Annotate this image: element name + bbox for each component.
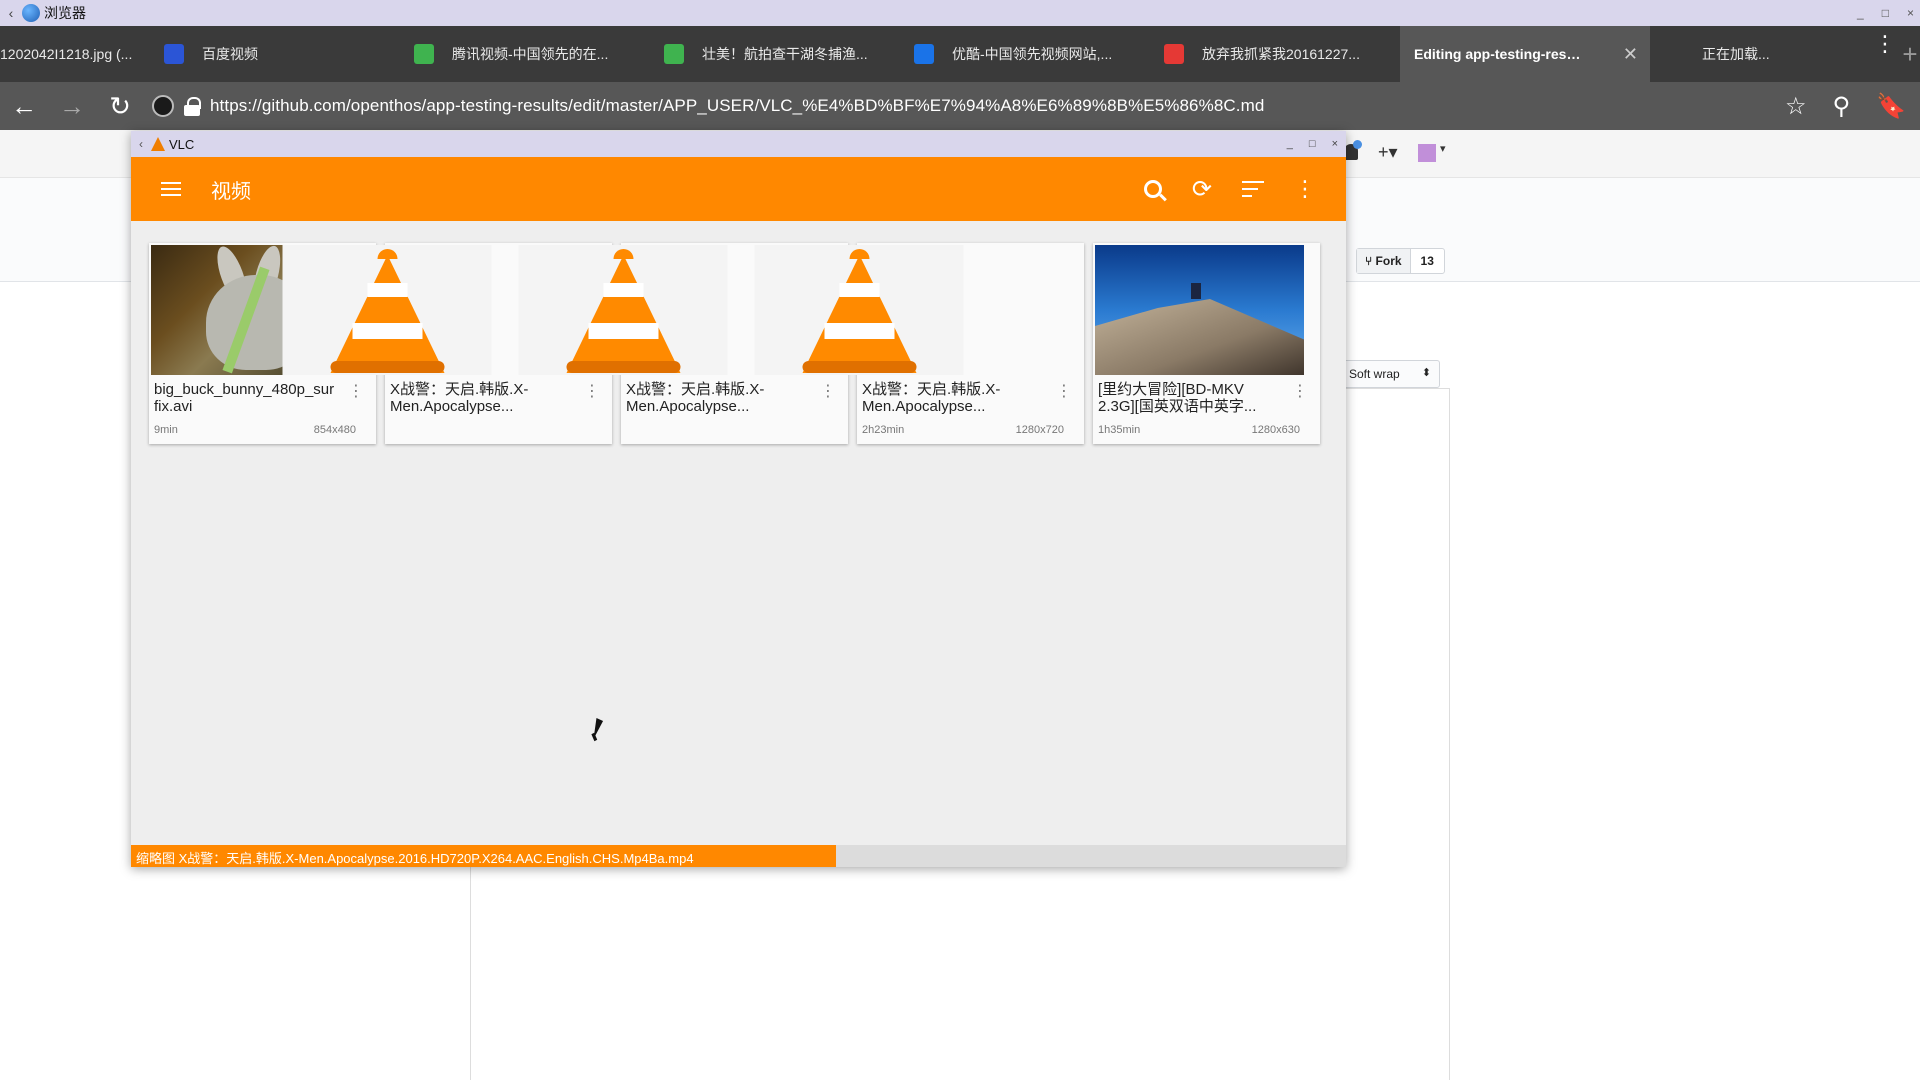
new-tab-button[interactable]: + [1900,26,1920,82]
more-options-icon[interactable]: ⋮ [1292,384,1308,400]
loading-icon [1664,44,1684,64]
video-duration: 1h35min [1098,424,1141,436]
video-card[interactable]: [里约大冒险][BD-MKV 2.3G][国英双语中英字... ⋮ 1h35min 1… [1093,243,1320,444]
tab-label: Editing app-testing-resul... [1414,46,1584,62]
video-title: X战警：天启.韩版.X-Men.Apocalypse... [390,381,529,415]
tab-label: 腾讯视频-中国领先的在... [452,46,609,62]
refresh-icon[interactable]: ⟳ [1192,175,1212,204]
os-window-title: 浏览器 [44,5,86,21]
bookmark-icon[interactable]: 🔖 [1876,92,1906,121]
chevron-down-icon[interactable]: ▾ [1440,142,1446,155]
browser-tab[interactable]: 放弃我抓紧我20161227... [1150,26,1400,82]
close-icon[interactable]: × [1332,138,1338,150]
page-title: 视频 [211,180,251,203]
tencent-video-icon [414,44,434,64]
browser-tab[interactable]: Editing app-testing-resul... ✕ [1400,26,1650,82]
video-title: big_buck_bunny_480p_surround-fix.avi [154,381,334,415]
browser-globe-icon [22,4,40,22]
avatar[interactable] [1418,144,1436,162]
baidu-paw-icon [164,44,184,64]
browser-tab[interactable]: 腾讯视频-中国领先的在... [400,26,650,82]
os-back-icon[interactable]: ‹ [0,5,22,21]
browser-tab[interactable]: 优酷-中国领先视频网站,... [900,26,1150,82]
vlc-window: ‹ VLC _ □ × 视频 ⟳ ⋮ big_buck_bunny_480p_s… [131,131,1346,867]
browser-tab[interactable]: 1202042I1218.jpg (... [0,26,150,82]
maximize-icon[interactable]: □ [1309,138,1316,150]
tab-label: 百度视频 [202,46,258,62]
fork-label[interactable]: ⑂ Fork [1357,249,1411,273]
vlc-cone-icon [802,249,916,373]
video-grid: big_buck_bunny_480p_surround-fix.avi ⋮ 9mi… [149,243,1320,444]
soft-wrap-label: Soft wrap [1349,367,1400,381]
fork-count[interactable]: 13 [1411,249,1444,273]
video-thumbnail[interactable] [1095,245,1304,375]
vlc-back-icon[interactable]: ‹ [131,137,151,151]
more-options-icon[interactable]: ⋮ [820,384,836,400]
vlc-window-title: VLC [169,136,195,152]
select-caret-icon: ⬍ [1421,367,1431,379]
url-field[interactable]: https://github.com/openthos/app-testing-… [210,96,1264,116]
star-icon[interactable]: ☆ [1785,92,1807,121]
vlc-cone-icon [151,137,165,151]
minimize-icon[interactable]: _ [1857,6,1864,20]
video-duration: 9min [154,424,178,436]
os-title-bar: ‹ 浏览器 _ □ × [0,0,1920,26]
tab-label: 1202042I1218.jpg (... [0,46,133,62]
address-bar: ← → ↻ https://github.com/openthos/app-te… [0,82,1920,130]
reload-icon[interactable]: ↻ [96,91,144,122]
tab-label: 壮美！航拍查干湖冬捕渔... [702,46,868,62]
more-options-icon[interactable]: ⋮ [1056,384,1072,400]
video-thumbnail[interactable] [754,245,964,375]
vlc-title-bar: ‹ VLC _ □ × [131,131,1346,157]
target-icon [1164,44,1184,64]
video-title: X战警：天启.韩版.X-Men.Apocalypse... [862,381,1001,415]
back-arrow-icon[interactable]: ← [0,91,48,122]
tab-label: 优酷-中国领先视频网站,... [952,46,1113,62]
browser-tab-strip: 1202042I1218.jpg (... 百度视频 腾讯视频-中国领先的在... 壮… [0,26,1920,82]
video-resolution: 854x480 [313,424,356,436]
os-window-controls: _ □ × [1857,0,1914,26]
browser-tab[interactable]: 正在加载... [1650,26,1900,82]
hamburger-menu-icon[interactable] [161,182,181,196]
more-options-icon[interactable]: ⋮ [584,384,600,400]
notification-dot [1353,140,1362,149]
more-options-icon[interactable]: ⋮ [348,384,364,400]
create-new-dropdown[interactable]: +▾ [1378,142,1398,163]
maximize-icon[interactable]: □ [1882,6,1889,20]
vlc-cone-icon [566,249,680,373]
video-thumbnail[interactable] [282,245,492,375]
vlc-cone-icon [330,249,444,373]
thumbnail-progress-bar: 缩略图 X战警：天启.韩版.X-Men.Apocalypse.2016.HD72… [131,845,1346,867]
video-resolution: 1280x720 [1015,424,1064,436]
soft-wrap-select[interactable]: Soft wrap ⬍ [1340,360,1440,388]
tencent-video-icon [664,44,684,64]
fork-button[interactable]: ⑂ Fork 13 [1356,248,1445,274]
search-icon[interactable] [1143,180,1162,198]
minimize-icon[interactable]: _ [1287,138,1293,150]
tab-label: 正在加载... [1702,46,1770,62]
thumbnail-status-text: 缩略图 X战警：天启.韩版.X-Men.Apocalypse.2016.HD72… [136,851,694,866]
browser-menu-icon[interactable]: ⋮ [1874,33,1896,55]
forward-arrow-icon[interactable]: → [48,91,96,122]
lock-icon [184,97,201,116]
vlc-toolbar: 视频 ⟳ ⋮ [131,157,1346,221]
browser-tab[interactable]: 壮美！航拍查干湖冬捕渔... [650,26,900,82]
youku-icon [914,44,934,64]
github-favicon-icon [152,95,174,117]
search-icon[interactable]: ⚲ [1833,92,1851,121]
browser-tab[interactable]: 百度视频 [150,26,400,82]
video-resolution: 1280x630 [1251,424,1300,436]
video-card[interactable]: X战警：天启.韩版.X-Men.Apocalypse... ⋮ 2h23min 128… [754,243,1084,444]
video-thumbnail[interactable] [518,245,728,375]
video-title: X战警：天启.韩版.X-Men.Apocalypse... [626,381,765,415]
sort-icon[interactable] [1242,181,1264,197]
close-icon[interactable]: × [1907,6,1914,20]
video-title: [里约大冒险][BD-MKV 2.3G][国英双语中英字... [1098,381,1257,415]
tab-close-icon[interactable]: ✕ [1623,44,1638,65]
more-options-icon[interactable]: ⋮ [1294,178,1316,200]
video-duration: 2h23min [862,424,905,436]
tab-label: 放弃我抓紧我20161227... [1202,46,1360,62]
